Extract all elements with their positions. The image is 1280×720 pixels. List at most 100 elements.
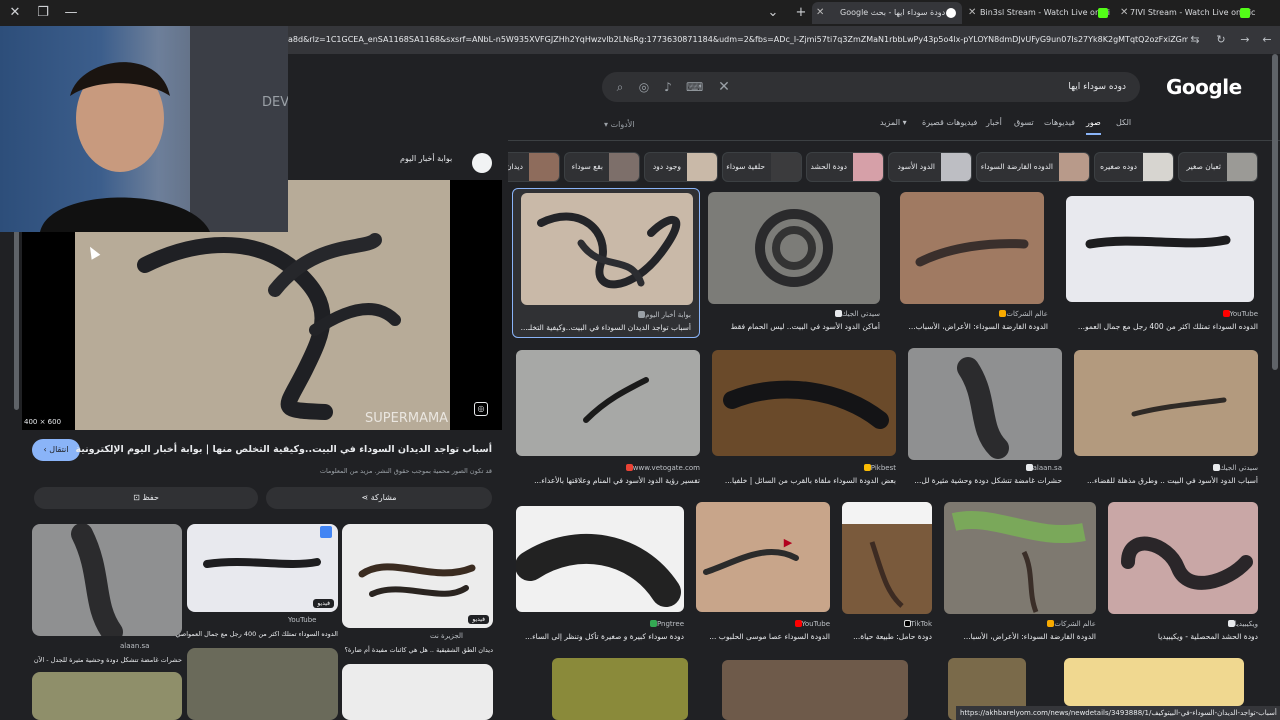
image-dimensions: 400 × 600 — [24, 418, 62, 426]
related-image[interactable] — [32, 524, 182, 636]
tab-more-label: المزيد — [880, 118, 901, 127]
result-image — [712, 350, 896, 456]
result-tile[interactable]: ▶ YouTube الدودة السوداء عصا موسى الحلبو… — [696, 502, 830, 646]
tab-7ivi-stream[interactable]: ✕ 7IVI Stream - Watch Live on Kic — [1116, 2, 1256, 24]
chip-thumbnail — [1227, 153, 1257, 181]
result-tile[interactable]: YouTube الدوده السوداء تمتلك اكثر من 400… — [1066, 196, 1258, 338]
related-image[interactable] — [187, 648, 338, 720]
result-image[interactable] — [1064, 658, 1244, 706]
result-image — [1066, 196, 1254, 302]
chip-black-annelid[interactable]: حلقية سوداء — [722, 152, 802, 182]
chip-black-spots[interactable]: بقع سوداء — [564, 152, 640, 182]
share-button[interactable]: ⋖ مشاركة — [266, 487, 492, 509]
tab-google-search[interactable]: ✕ دودة سوداء ايها - بحث Google — [812, 2, 962, 24]
result-tile[interactable]: Pikbest بعض الدودة السوداء ملقاة بالقرب … — [712, 350, 896, 490]
tab-more[interactable]: المزيد ▾ — [880, 118, 907, 127]
result-tile[interactable]: www.vetogate.com تفسير رؤية الدود الأسود… — [516, 350, 700, 490]
chip-small-snake[interactable]: ثعبان صغير — [1178, 152, 1258, 182]
watermark: SUPERMAMA — [365, 411, 448, 426]
result-tile[interactable]: alaan.sa حشرات غامضة تتشكل دودة وحشية مث… — [908, 348, 1062, 490]
page-scrollbar[interactable] — [1272, 54, 1278, 370]
minimize-window-icon[interactable]: — — [60, 3, 82, 23]
bookmark-icon[interactable]: ⇆ — [1186, 30, 1204, 50]
save-button[interactable]: ⊡ حفظ — [34, 487, 258, 509]
chip-thumbnail — [609, 153, 639, 181]
youtube-icon — [794, 620, 802, 627]
search-icon[interactable]: ⌕ — [612, 79, 628, 95]
clear-icon[interactable]: ✕ — [716, 79, 732, 95]
tab-news[interactable]: أخبار — [986, 118, 1002, 127]
tab-videos[interactable]: فيديوهات — [1044, 118, 1075, 127]
related-image[interactable]: فيديو — [342, 524, 493, 628]
close-tab-icon[interactable]: ✕ — [1120, 2, 1128, 24]
keyboard-icon[interactable]: ⌨ — [686, 79, 703, 95]
google-logo[interactable]: Google — [1166, 72, 1242, 102]
tab-bin3sl-stream[interactable]: ✕ Bin3sl Stream - Watch Live on Ki — [964, 2, 1114, 24]
result-tile[interactable]: بوابة أخبار اليوم أسباب تواجد الديدان ال… — [512, 188, 700, 338]
tab-shorts[interactable]: فيديوهات قصيرة — [922, 118, 977, 127]
result-tile[interactable]: سيدتي الجيك أسباب الدود الأسود في البيت … — [1074, 350, 1258, 490]
tab-strip: ✕ ❐ — + ⌄ ✕ دودة سوداء ايها - بحث Google… — [0, 0, 1280, 26]
chip-black-worms[interactable]: الدود الأسود — [888, 152, 972, 182]
chip-worm-presence[interactable]: وجود دود — [644, 152, 718, 182]
tab-shopping[interactable]: تسوق — [1014, 118, 1034, 127]
related-worms-illustration — [358, 563, 476, 597]
related-worm-illustration — [71, 524, 123, 636]
tools-button[interactable]: ▾ الأدوات — [604, 120, 635, 129]
result-tile[interactable]: عالم الشركات الدودة القارضة السوداء: الأ… — [900, 192, 1048, 338]
result-title: الدودة القارضة السوداء: الأعراض، الأسبا.… — [963, 632, 1097, 641]
result-image[interactable] — [552, 658, 688, 720]
shiny-worm-illustration — [723, 380, 889, 429]
related-text: ديدان الطق الشقيقية .. هل هي كائنات مفيد… — [344, 646, 493, 654]
new-tab-icon[interactable]: + — [790, 3, 812, 23]
panel-scrollbar[interactable] — [14, 230, 19, 410]
back-icon[interactable]: ← — [1258, 30, 1276, 50]
coiled-millipede-illustration — [755, 209, 833, 287]
tab-search-icon[interactable]: ⌄ — [762, 3, 784, 23]
armyworm-illustration — [1121, 536, 1253, 590]
url-field[interactable]: a8d&rlz=1C1GCEA_enSA1168SA1168&sxsrf=ANb… — [288, 30, 1188, 50]
search-box[interactable]: ⌕ ◎ ♪ ⌨ ✕ دوده سوداء ايها — [602, 72, 1140, 102]
forward-icon[interactable]: → — [1236, 30, 1254, 50]
reload-icon[interactable]: ↻ — [1212, 30, 1230, 50]
result-tile[interactable]: عالم الشركات الدودة القارضة السوداء: الأ… — [944, 502, 1096, 646]
related-image[interactable] — [32, 672, 182, 720]
related-image[interactable] — [342, 664, 493, 720]
result-tile[interactable]: سيدتي الجيك أماكن الدود الأسود في البيت.… — [708, 192, 880, 338]
tools-label: الأدوات — [610, 120, 635, 129]
related-image[interactable]: فيديو — [187, 524, 338, 612]
chip-black-cutworm[interactable]: الدوده القارضة السوداء — [976, 152, 1090, 182]
close-tab-icon[interactable]: ✕ — [816, 2, 824, 24]
result-source: YouTube — [1229, 310, 1258, 318]
save-label: حفظ — [142, 493, 159, 502]
wikipedia-icon — [1227, 620, 1235, 627]
result-source: عالم الشركات — [1006, 310, 1048, 318]
result-image — [1074, 350, 1258, 456]
chip-small-worm[interactable]: دوده صغيره — [1094, 152, 1174, 182]
close-tab-icon[interactable]: ✕ — [968, 2, 976, 24]
worm-illustration — [537, 212, 681, 289]
result-tile[interactable]: TikTok دودة حامل: طبيعة حياة... — [842, 502, 932, 646]
lens-icon[interactable]: ◎ — [474, 402, 488, 416]
result-source: Pngtree — [656, 620, 684, 628]
close-window-icon[interactable]: ✕ — [4, 3, 26, 23]
chip-label: بقع سوداء — [571, 162, 603, 171]
result-title: حشرات غامضة تتشكل دودة وحشية مثيرة لل... — [914, 476, 1062, 485]
result-tile[interactable]: Pngtree دودة سوداء كبيرة و صغيرة تأكل وت… — [516, 506, 684, 646]
chip-armyworm[interactable]: دودة الحشد — [806, 152, 884, 182]
tab-all[interactable]: الكل — [1116, 118, 1131, 127]
search-input[interactable]: دوده سوداء ايها — [1068, 72, 1126, 102]
result-image[interactable] — [722, 660, 908, 720]
segmented-worm-illustration — [516, 533, 681, 607]
tab-images[interactable]: صور — [1086, 118, 1101, 135]
visit-button[interactable]: ‹ انتقال — [32, 439, 80, 461]
restore-window-icon[interactable]: ❐ — [32, 3, 54, 23]
google-lens-icon[interactable]: ◎ — [636, 79, 652, 95]
panel-title[interactable]: أسباب تواجد الديدان السوداء في البيت..وك… — [75, 444, 492, 455]
cutworm-illustration — [915, 239, 1029, 267]
microphone-icon[interactable]: ♪ — [660, 79, 676, 95]
panel-site-name[interactable]: بوابة أخبار اليوم — [400, 154, 452, 163]
result-source: alaan.sa — [1032, 464, 1062, 472]
result-tile[interactable]: ويكيبيديا دودة الحشد المحصلية - ويكيبيدي… — [1108, 502, 1258, 646]
tab-title: Bin3sl Stream - Watch Live on Ki — [980, 8, 1111, 17]
